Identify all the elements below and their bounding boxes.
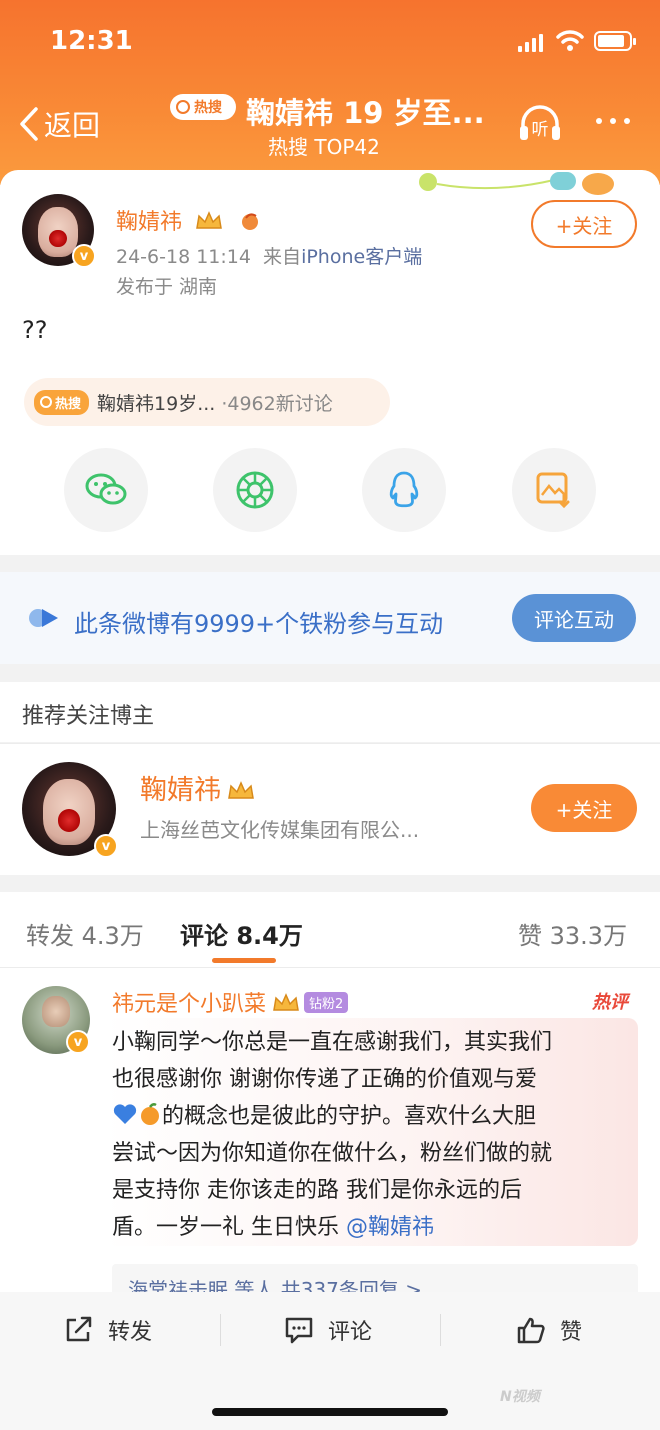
post-location: 发布于 湖南 [116,276,218,298]
post-source-device[interactable]: iPhone客户端 [301,246,422,268]
recommend-name[interactable]: 鞠婧祎 [140,768,255,807]
topic-title: 鞠婧祎19岁... [97,392,216,415]
author-name[interactable]: 鞠婧祎 [116,204,264,236]
share-moments-button[interactable] [213,448,297,532]
back-label: 返回 [44,109,101,142]
hot-search-badge-label: 热搜 [55,396,82,412]
comment-icon [285,1317,313,1344]
comment-line: 也很感谢你 谢谢你传递了正确的价值观与爱 [112,1067,537,1092]
verified-badge-icon: v [94,834,118,858]
repost-label: 转发 [108,1320,153,1345]
tab-repost[interactable]: 转发 4.3万 [26,916,144,951]
recommend-header: 推荐关注博主 [0,682,660,742]
fan-level-badge: 钻粉2 [304,992,349,1013]
share-qq-button[interactable] [362,448,446,532]
hot-comment-badge: 热评 [592,992,628,1013]
like-label: 赞 [560,1320,583,1345]
qq-icon [389,471,419,508]
battery-icon [594,31,636,51]
save-image-icon [536,472,570,509]
headphones-icon: 听 [520,105,560,140]
comment-line: 盾。一岁一礼 生日快乐 [112,1215,339,1240]
post-text: ?? [22,316,48,344]
author-name-text: 鞠婧祎 [116,210,183,235]
comment-list: v 祎元是个小趴菜 钻粉2 热评 小鞠同学～你总是一直在感谢我们，其实我们 也很感… [0,968,660,1304]
post-meta: 24-6-18 11:14 来自iPhone客户端 [116,242,422,269]
listen-button[interactable]: 听 [518,104,562,142]
tab-comment[interactable]: 评论 8.4万 [180,916,303,951]
wifi-icon [556,30,584,51]
verified-badge-icon: v [72,244,96,268]
tab-like[interactable]: 赞 33.3万 [518,916,627,951]
comment-line: 尝试～因为你知道你在做什么，粉丝们做的就 [112,1141,553,1166]
active-tab-indicator [212,958,276,963]
hot-search-tag-label: 热搜 [194,100,222,116]
comment-label: 评论 [328,1320,373,1345]
divider [220,1314,221,1346]
listen-label: 听 [532,120,549,140]
topic-discussion-count: ·4962新讨论 [221,392,333,415]
hot-topic-link[interactable]: 热搜 鞠婧祎19岁... ·4962新讨论 [24,378,390,426]
like-button[interactable]: 赞 [516,1310,582,1350]
chevron-left-icon [20,107,38,141]
crown-badge-icon [196,211,222,229]
top-header: 12:31 返回 热搜 鞠婧祎 19 岁至... 热搜 TOP42 听 [0,0,660,185]
save-image-button[interactable] [512,448,596,532]
iron-fans-text: 此条微博有9999+个铁粉参与互动 [74,610,444,638]
post-source-prefix: 来自 [263,246,302,268]
commenter-name-text: 祎元是个小趴菜 [112,992,267,1017]
blue-heart-icon [113,1104,137,1124]
comment-line: 小鞠同学～你总是一直在感谢我们，其实我们 [112,1030,553,1055]
orange-emoji-icon [141,1103,159,1125]
thumbs-up-icon [517,1317,545,1344]
repost-icon [66,1316,92,1342]
wechat-icon [85,473,127,505]
back-button[interactable]: 返回 [18,104,100,144]
watermark: N视频 [500,1389,540,1405]
recommend-header-text: 推荐关注博主 [22,704,155,729]
page-title[interactable]: 鞠婧祎 19 岁至... [246,90,485,132]
sleeping-cat-decoration-icon [419,172,614,195]
commenter-name[interactable]: 祎元是个小趴菜 钻粉2 [112,986,349,1018]
comment-line: 的概念也是彼此的守护。喜欢什么大胆 [162,1104,537,1129]
iron-fans-icon [29,609,58,627]
cellular-signal-icon [518,32,544,52]
recommend-description: 上海丝芭文化传媒集团有限公... [140,818,420,842]
divider [440,1314,441,1346]
mention-link[interactable]: @鞠婧祎 [346,1215,434,1240]
comment-line: 是支持你 走你该走的路 我们是你永远的后 [112,1178,522,1203]
home-indicator [212,1408,448,1416]
hot-search-tag: 热搜 [170,94,236,120]
follow-recommend-button[interactable]: +关注 [531,784,637,832]
post-datetime: 24-6-18 11:14 [116,246,251,268]
verified-badge-icon: v [66,1030,90,1054]
crown-badge-icon [228,781,254,799]
crown-badge-icon [273,993,299,1011]
comment-interact-button[interactable]: 评论互动 [512,594,636,642]
recommend-name-text: 鞠婧祎 [140,775,221,806]
comment-body[interactable]: 小鞠同学～你总是一直在感谢我们，其实我们 也很感谢你 谢谢你传递了正确的价值观与… [104,1018,638,1246]
search-icon [40,396,52,408]
comment-button[interactable]: 评论 [284,1310,372,1350]
share-wechat-button[interactable] [64,448,148,532]
repost-button[interactable]: 转发 [64,1310,152,1350]
moments-icon [236,471,274,509]
search-icon [176,100,190,114]
follow-author-button[interactable]: +关注 [531,200,637,248]
interaction-tabs: 转发 4.3万 评论 8.4万 赞 33.3万 [0,892,660,968]
hot-search-badge: 热搜 [34,389,90,415]
page-subtitle: 热搜 TOP42 [268,135,380,159]
more-options-button[interactable] [596,118,630,124]
dragon-badge-icon [242,213,259,230]
status-time: 12:31 [50,26,133,56]
